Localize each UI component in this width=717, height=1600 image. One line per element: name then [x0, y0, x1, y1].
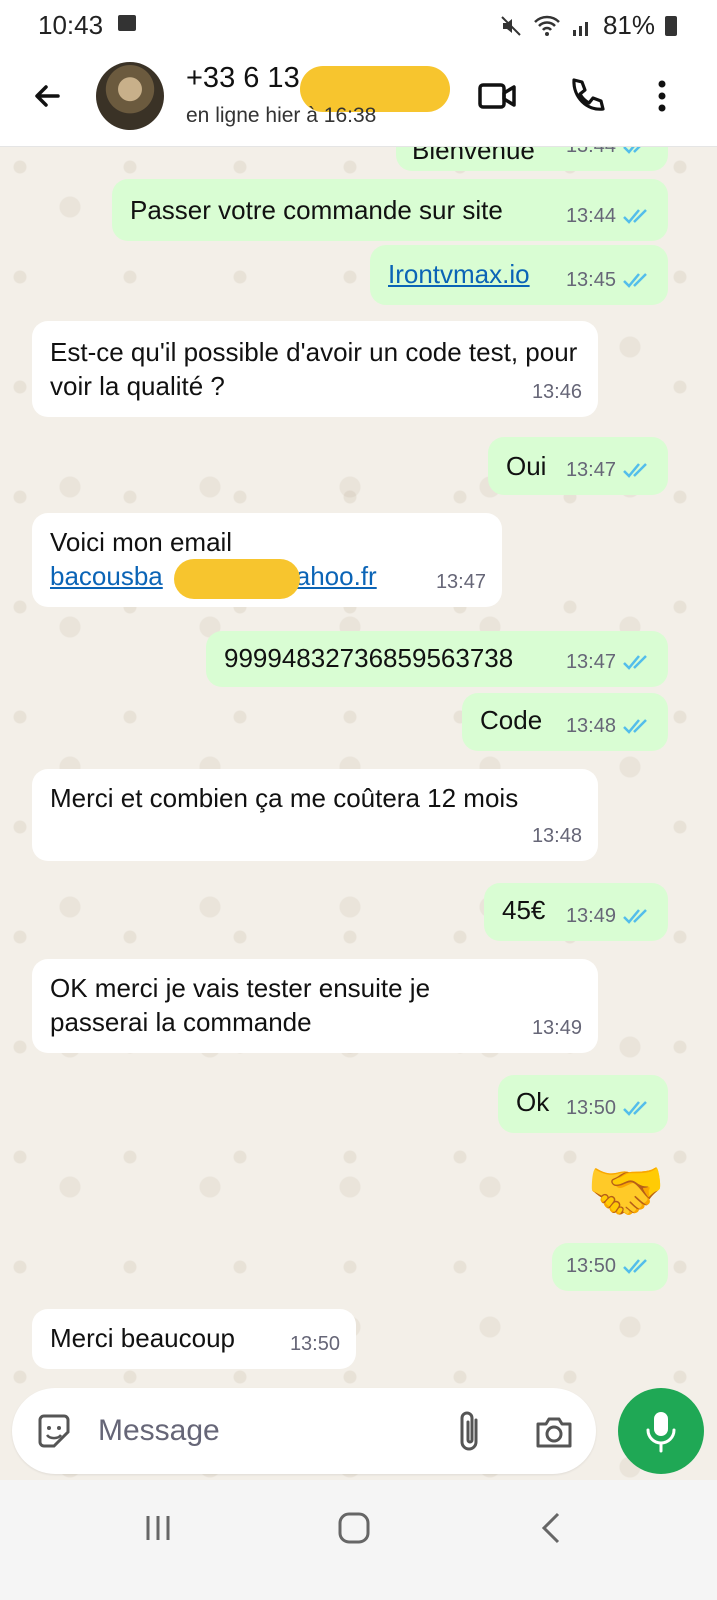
message-meta: 13:49	[566, 899, 652, 933]
message-time: 13:44	[566, 147, 616, 163]
message-time: 13:47	[565, 459, 616, 481]
message-time: 13:49	[531, 1017, 582, 1039]
message-time: 13:47	[565, 651, 616, 673]
email-link-start: bacousba	[50, 561, 163, 591]
message-meta: 13:46	[532, 375, 582, 409]
chat-area[interactable]: Bienvenue 13:44 Passer votre commande su…	[0, 147, 717, 1487]
read-ticks-icon	[623, 1101, 647, 1116]
message-incoming[interactable]: Merci et combien ça me coûtera 12 mois 1…	[32, 769, 598, 861]
redaction-mark	[174, 559, 300, 599]
wifi-icon	[534, 15, 560, 36]
message-outgoing[interactable]: Oui 13:47	[488, 437, 668, 495]
message-meta: 13:50	[566, 1249, 652, 1283]
message-incoming[interactable]: OK merci je vais tester ensuite je passe…	[32, 959, 598, 1053]
battery-icon	[665, 15, 677, 36]
message-time: 13:44	[565, 205, 616, 227]
message-meta: 13:47	[566, 453, 652, 487]
read-ticks-icon	[623, 655, 647, 670]
message-outgoing[interactable]: Passer votre commande sur site 13:44	[112, 179, 668, 241]
message-text: Est-ce qu'il possible d'avoir un code te…	[50, 337, 578, 401]
message-outgoing[interactable]: 99994832736859563738 13:47	[206, 631, 668, 687]
video-call-icon[interactable]	[476, 74, 520, 118]
read-ticks-icon	[623, 147, 641, 154]
message-meta: 13:45	[566, 263, 652, 297]
message-outgoing[interactable]: Irontvmax.io 13:45	[370, 245, 668, 305]
message-time: 13:46	[531, 381, 582, 403]
back-nav-icon[interactable]	[534, 1510, 570, 1546]
message-time: 13:48	[565, 715, 616, 737]
voice-message-button[interactable]	[618, 1388, 704, 1474]
contact-avatar[interactable]	[96, 62, 164, 130]
message-composer[interactable]: Message	[12, 1388, 596, 1474]
message-meta: 13:49	[532, 1011, 582, 1045]
message-text: Voici mon email	[50, 527, 233, 557]
contact-name[interactable]: +33 6 13	[186, 62, 300, 95]
message-time: 13:48	[531, 825, 582, 847]
sticker-icon[interactable]	[34, 1412, 74, 1452]
system-nav-bar	[0, 1480, 717, 1600]
back-arrow-icon[interactable]	[28, 76, 68, 116]
message-outgoing[interactable]: Code 13:48	[462, 693, 668, 751]
message-incoming[interactable]: Voici mon email bacousba yahoo.fr 13:47	[32, 513, 502, 607]
message-time: 13:49	[565, 905, 616, 927]
microphone-icon	[646, 1412, 676, 1453]
last-seen-status: en ligne hier à 16:38	[186, 104, 377, 127]
message-input[interactable]: Message	[98, 1414, 220, 1448]
message-time: 13:50	[565, 1255, 616, 1277]
signal-icon	[572, 21, 588, 36]
message-meta: 13:47	[436, 565, 486, 599]
message-meta: 13:50	[566, 1091, 652, 1125]
message-meta: 13:44	[566, 199, 652, 233]
message-text: Merci et combien ça me coûtera 12 mois	[50, 783, 519, 813]
gallery-notification-icon	[118, 15, 136, 31]
read-ticks-icon	[623, 273, 647, 288]
camera-icon[interactable]	[532, 1412, 576, 1452]
message-time: 13:47	[435, 571, 486, 593]
chat-header: +33 6 13 en ligne hier à 16:38	[0, 50, 717, 147]
phone-call-icon[interactable]	[564, 74, 608, 118]
read-ticks-icon	[623, 209, 647, 224]
message-outgoing[interactable]: Bienvenue 13:44	[396, 147, 668, 171]
attach-icon[interactable]	[452, 1410, 488, 1454]
read-ticks-icon	[623, 719, 647, 734]
message-time: 13:50	[289, 1333, 340, 1355]
mute-icon	[501, 15, 521, 36]
message-outgoing[interactable]: Ok 13:50	[498, 1075, 668, 1133]
message-time: 13:45	[565, 269, 616, 291]
read-ticks-icon	[623, 1259, 647, 1274]
message-meta: 13:48	[532, 819, 582, 853]
message-meta: 13:47	[566, 645, 652, 679]
message-meta: 13:44	[566, 147, 652, 163]
message-incoming[interactable]: Merci beaucoup 13:50	[32, 1309, 356, 1369]
status-time: 10:43	[38, 10, 104, 40]
message-text: OK merci je vais tester ensuite je passe…	[50, 973, 431, 1037]
status-right: 81%	[499, 10, 677, 41]
message-time: 13:50	[565, 1097, 616, 1119]
read-ticks-icon	[623, 463, 647, 478]
message-meta: 13:50	[290, 1327, 340, 1361]
home-icon[interactable]	[336, 1510, 372, 1546]
message-incoming[interactable]: Est-ce qu'il possible d'avoir un code te…	[32, 321, 598, 417]
recents-icon[interactable]	[140, 1510, 176, 1546]
message-outgoing[interactable]: 13:50	[552, 1243, 668, 1291]
battery-percentage: 81%	[602, 10, 655, 40]
more-options-icon[interactable]	[640, 74, 684, 118]
read-ticks-icon	[623, 909, 647, 924]
message-outgoing[interactable]: 45€ 13:49	[484, 883, 668, 941]
message-meta: 13:48	[566, 709, 652, 743]
status-bar: 10:43 81%	[0, 0, 717, 50]
handshake-emoji[interactable]: 🤝	[586, 1155, 666, 1227]
